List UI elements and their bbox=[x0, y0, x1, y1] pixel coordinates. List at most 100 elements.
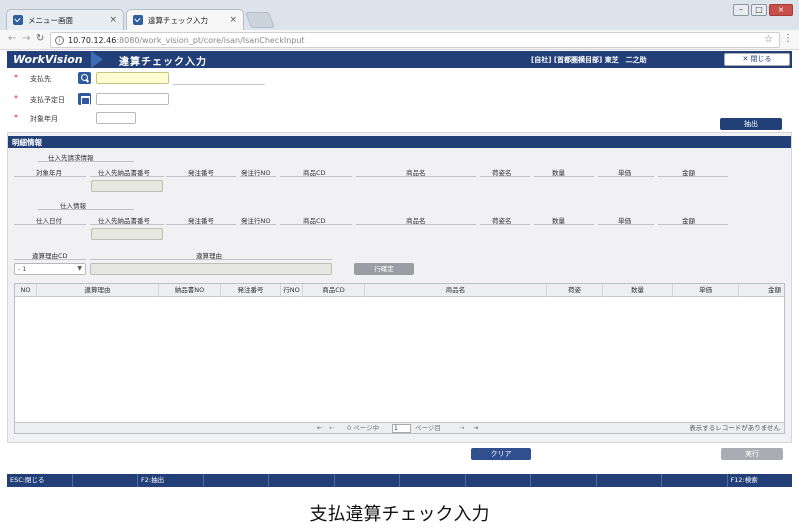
fkey-f2[interactable]: F2:抽出 bbox=[138, 474, 204, 487]
payment-date-input[interactable] bbox=[96, 93, 169, 105]
required-mark: * bbox=[14, 73, 18, 82]
header-chevron-icon bbox=[91, 51, 103, 68]
fkey-f6[interactable] bbox=[400, 474, 466, 487]
grid-pager: ⇤ ⇠ 0 ページ中 1 ページ目 ⇢ ⇥ 表示するレコードがありません bbox=[15, 422, 784, 433]
new-tab-button[interactable] bbox=[245, 12, 275, 28]
reason-cd-line bbox=[14, 259, 86, 260]
grid-col-order-no[interactable]: 発注番号 bbox=[221, 284, 281, 297]
app-header: WorkVision 違算チェック入力 [自社] [首都圏横目部] 東芝 二之助… bbox=[7, 51, 792, 68]
billing-row-line bbox=[598, 176, 654, 177]
page-title: 違算チェック入力 bbox=[119, 57, 207, 68]
purchase-row-line bbox=[534, 224, 594, 225]
fkey-f12[interactable]: F12:検索 bbox=[728, 474, 793, 487]
billing-row-line bbox=[480, 176, 530, 177]
grid-col-reason[interactable]: 違算理由 bbox=[37, 284, 159, 297]
required-mark: * bbox=[14, 94, 18, 103]
maximize-button[interactable]: □ bbox=[751, 4, 767, 16]
fkey-f9[interactable] bbox=[597, 474, 662, 487]
grid-col-line-no[interactable]: 行NO bbox=[281, 284, 303, 297]
tab-close-icon[interactable]: × bbox=[109, 15, 117, 25]
fkey-esc[interactable]: ESC:閉じる bbox=[7, 474, 73, 487]
grid-col-slip-no[interactable]: 納品書NO bbox=[159, 284, 221, 297]
grid-col-item-name[interactable]: 商品名 bbox=[365, 284, 547, 297]
target-month-label: 対象年月 bbox=[30, 115, 58, 123]
payee-label: 支払先 bbox=[30, 75, 51, 83]
app-favicon-icon bbox=[13, 15, 23, 25]
browser-menu-icon[interactable]: ⋮ bbox=[783, 33, 793, 44]
reload-icon[interactable]: ↻ bbox=[36, 33, 44, 44]
fkey-f10[interactable] bbox=[662, 474, 728, 487]
payment-date-label: 支払予定日 bbox=[30, 96, 65, 104]
minimize-button[interactable]: – bbox=[733, 4, 749, 16]
payee-search-icon[interactable] bbox=[78, 72, 91, 84]
bookmark-star-icon[interactable]: ☆ bbox=[764, 34, 773, 45]
fkey-f1[interactable] bbox=[73, 474, 138, 487]
purchase-row-line bbox=[166, 224, 236, 225]
billing-row-line bbox=[166, 176, 236, 177]
page-count-label: 0 ページ中 bbox=[347, 424, 380, 432]
tab-label: メニュー画面 bbox=[28, 15, 73, 25]
calendar-icon[interactable] bbox=[78, 93, 91, 105]
user-info: [自社] [首都圏横目部] 東芝 二之助 bbox=[531, 56, 647, 64]
fkey-f8[interactable] bbox=[531, 474, 597, 487]
window-controls: – □ × bbox=[733, 4, 793, 16]
reason-cd-value: - 1 bbox=[18, 265, 27, 273]
result-grid: NO 違算理由 納品書NO 発注番号 行NO 商品CD 商品名 荷姿 数量 単価… bbox=[14, 283, 785, 434]
fkey-f4[interactable] bbox=[269, 474, 335, 487]
next-page-icon[interactable]: ⇢ bbox=[459, 424, 464, 433]
grid-col-amount[interactable]: 金額 bbox=[739, 284, 784, 297]
first-page-icon[interactable]: ⇤ bbox=[317, 424, 322, 433]
tab-isan-check[interactable]: 違算チェック入力 × bbox=[126, 9, 244, 30]
payee-code-input[interactable] bbox=[96, 72, 169, 84]
tab-label: 違算チェック入力 bbox=[148, 15, 208, 25]
url-input[interactable]: i 10.70.12.46 :8080/work_vision_pt/core/… bbox=[50, 32, 780, 48]
clear-button[interactable]: クリア bbox=[471, 448, 531, 460]
forward-arrow-icon[interactable]: → bbox=[22, 33, 30, 44]
prev-page-icon[interactable]: ⇠ bbox=[329, 424, 334, 433]
url-host: 10.70.12.46 bbox=[68, 35, 117, 45]
fkey-f3[interactable] bbox=[204, 474, 269, 487]
workvision-logo: WorkVision bbox=[13, 53, 83, 66]
purchase-slip-no-field bbox=[91, 228, 163, 240]
tab-close-icon[interactable]: × bbox=[229, 15, 237, 25]
reason-cd-select[interactable]: - 1 ▼ bbox=[14, 263, 86, 275]
grid-col-qty[interactable]: 数量 bbox=[603, 284, 673, 297]
close-window-button[interactable]: × bbox=[769, 4, 793, 16]
reason-text-field bbox=[90, 263, 332, 275]
fkey-f7[interactable] bbox=[466, 474, 531, 487]
search-conditions: * 支払先 * 支払予定日 * 対象年月 抽出 bbox=[7, 68, 792, 132]
url-path: :8080/work_vision_pt/core/isan/IsanCheck… bbox=[116, 35, 305, 45]
dropdown-arrow-icon: ▼ bbox=[77, 265, 82, 272]
empty-records-message: 表示するレコードがありません bbox=[689, 424, 780, 432]
extract-button[interactable]: 抽出 bbox=[720, 118, 782, 130]
row-confirm-button[interactable]: 行確定 bbox=[354, 263, 414, 275]
target-month-input[interactable] bbox=[96, 112, 136, 124]
info-icon[interactable]: i bbox=[55, 35, 64, 45]
page-number-input[interactable]: 1 bbox=[392, 424, 411, 433]
grid-col-unit-price[interactable]: 単価 bbox=[673, 284, 739, 297]
grid-header: NO 違算理由 納品書NO 発注番号 行NO 商品CD 商品名 荷姿 数量 単価… bbox=[15, 284, 784, 297]
purchase-row-line bbox=[14, 224, 86, 225]
tab-menu[interactable]: メニュー画面 × bbox=[6, 9, 124, 30]
purchase-row-line bbox=[480, 224, 530, 225]
grid-col-no[interactable]: NO bbox=[15, 284, 37, 297]
browser-tab-bar: メニュー画面 × 違算チェック入力 × – □ × bbox=[0, 0, 799, 30]
billing-slip-no-field bbox=[91, 180, 163, 192]
grid-col-item-cd[interactable]: 商品CD bbox=[303, 284, 365, 297]
grid-col-packing[interactable]: 荷姿 bbox=[547, 284, 603, 297]
billing-row-line bbox=[534, 176, 594, 177]
last-page-icon[interactable]: ⇥ bbox=[473, 424, 478, 433]
fkey-f5[interactable] bbox=[335, 474, 400, 487]
detail-header: 明細情報 bbox=[8, 136, 791, 148]
close-screen-button[interactable]: ✕ 閉じる bbox=[724, 53, 790, 66]
payee-name-line bbox=[173, 84, 265, 85]
purchase-row-line bbox=[658, 224, 728, 225]
billing-row-line bbox=[280, 176, 352, 177]
billing-row-line bbox=[356, 176, 476, 177]
purchase-row-line bbox=[356, 224, 476, 225]
purchase-row-line bbox=[240, 224, 276, 225]
back-arrow-icon[interactable]: ← bbox=[8, 33, 16, 44]
billing-row-line bbox=[90, 176, 164, 177]
execute-button[interactable]: 実行 bbox=[721, 448, 783, 460]
billing-row-line bbox=[14, 176, 86, 177]
